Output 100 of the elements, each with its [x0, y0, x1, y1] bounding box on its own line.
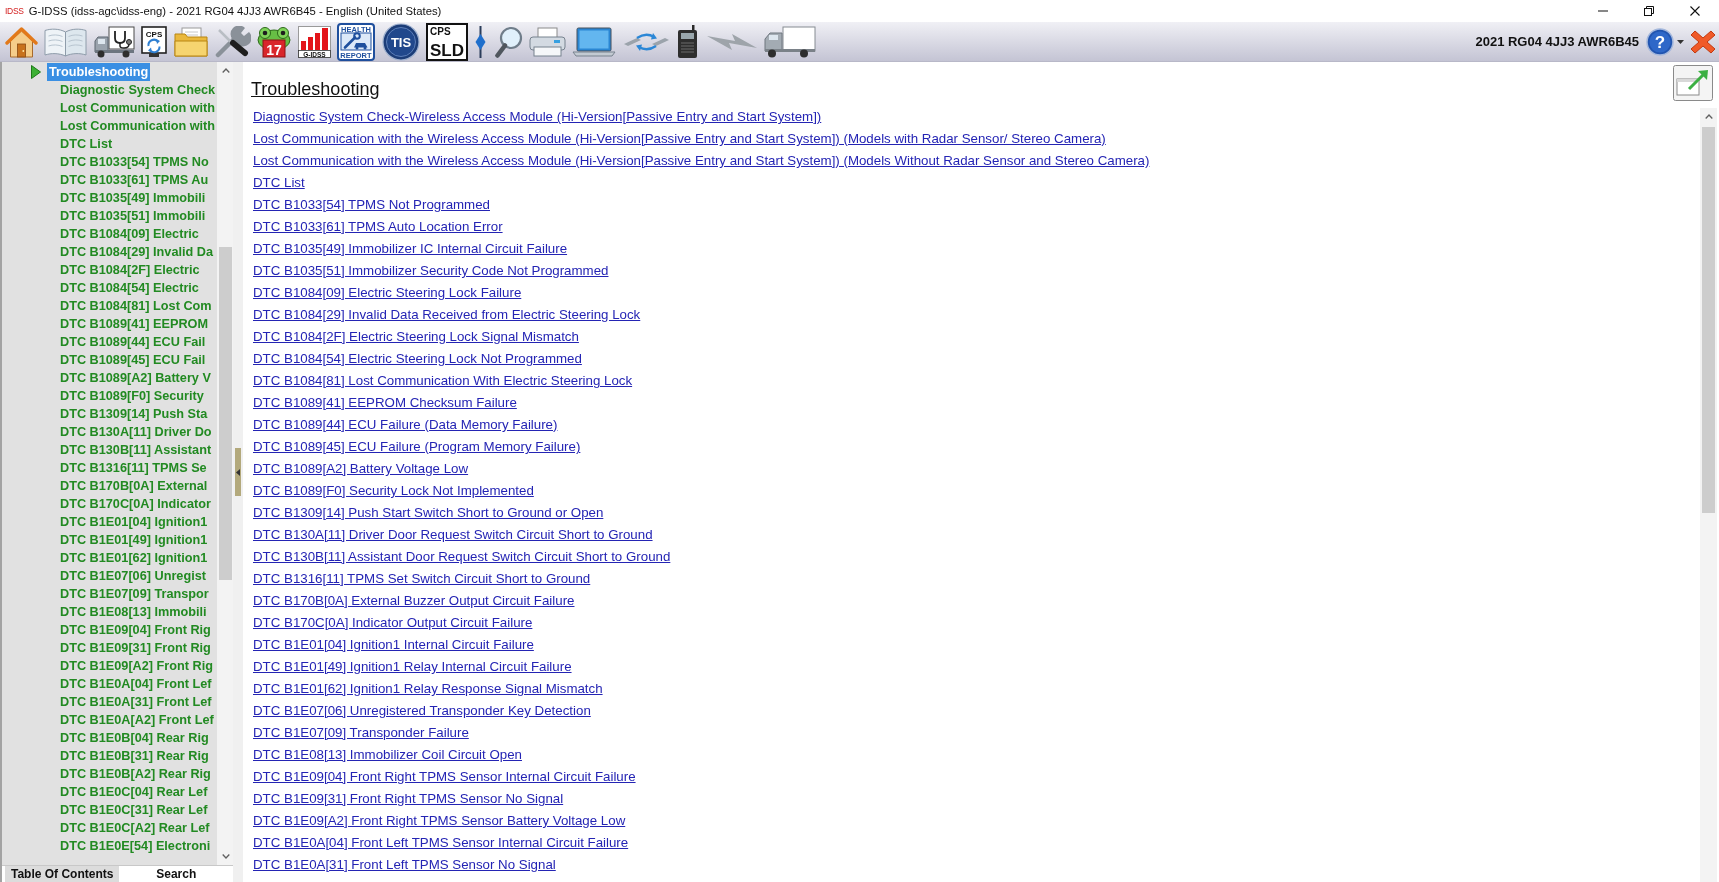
link[interactable]: DTC B1089[F0] Security Lock Not Implemented — [253, 480, 534, 502]
tree-item[interactable]: DTC B130A[11] Driver Do — [58, 423, 214, 441]
tree-item[interactable]: Troubleshooting — [47, 63, 151, 81]
folder-icon[interactable] — [173, 26, 208, 57]
link[interactable]: DTC B1E07[09] Transponder Failure — [253, 722, 469, 744]
caret-icon[interactable] — [1677, 39, 1684, 44]
tree-item[interactable]: DTC B1084[81] Lost Com — [58, 297, 214, 315]
tree-item[interactable]: DTC B1E09[A2] Front Rig — [58, 657, 215, 675]
link[interactable]: DTC B170B[0A] External Buzzer Output Circuit Failure — [253, 590, 575, 612]
tree-item[interactable]: Lost Communication with — [58, 117, 218, 135]
link[interactable]: Lost Communication with the Wireless Access Module (Hi-Version[Passive Entry and Start System]) (Models with Radar Sensor/ Stereo Camera) — [253, 128, 1106, 150]
link[interactable]: DTC B1035[51] Immobilizer Security Code Not Programmed — [253, 260, 609, 282]
truck-stethoscope-icon[interactable] — [93, 25, 135, 58]
tree-item[interactable]: DTC B1E0C[04] Rear Lef — [58, 783, 210, 801]
text-tile-icon[interactable]: CPS SLD — [425, 22, 468, 61]
tree-item[interactable]: DTC B1E01[62] Ignition1 — [58, 549, 210, 567]
tree-item[interactable]: DTC B1084[54] Electric — [58, 279, 201, 297]
link[interactable]: DTC B1033[54] TPMS Not Programmed — [253, 194, 490, 216]
round-badge-icon[interactable]: TIS — [381, 22, 420, 61]
link[interactable]: DTC B1084[2F] Electric Steering Lock Signal Mismatch — [253, 326, 579, 348]
tree-item[interactable]: DTC B1E0A[31] Front Lef — [58, 693, 214, 711]
tree-item[interactable]: DTC B1084[2F] Electric — [58, 261, 202, 279]
tree-item[interactable]: DTC B1316[11] TPMS Se — [58, 459, 209, 477]
tree-item[interactable]: DTC B1033[61] TPMS Au — [58, 171, 211, 189]
tree-item[interactable]: DTC B1E01[49] Ignition1 — [58, 531, 210, 549]
tree-item[interactable]: Lost Communication with — [58, 99, 218, 117]
tree-item[interactable]: DTC B1E07[09] Transpor — [58, 585, 211, 603]
link[interactable]: DTC B1309[14] Push Start Switch Short to Ground or Open — [253, 502, 604, 524]
tree-item[interactable]: DTC B130B[11] Assistant — [58, 441, 214, 459]
tree-item[interactable]: Diagnostic System Check — [58, 81, 218, 99]
tree-item[interactable]: DTC B1035[51] Immobili — [58, 207, 208, 225]
tree-item[interactable]: DTC B170C[0A] Indicator — [58, 495, 213, 513]
link[interactable]: DTC B1E01[49] Ignition1 Relay Internal Circuit Failure — [253, 656, 572, 678]
tree-item[interactable]: DTC B1E0B[31] Rear Rig — [58, 747, 211, 765]
scrollbar-thumb[interactable] — [219, 247, 233, 580]
tree-item[interactable]: DTC B1E0E[54] Electroni — [58, 837, 213, 855]
tree-item[interactable]: DTC B1089[41] EEPROM — [58, 315, 211, 333]
tree-item[interactable]: DTC B1033[54] TPMS No — [58, 153, 211, 171]
link[interactable]: DTC B130B[11] Assistant Door Request Switch Circuit Short to Ground — [253, 546, 671, 568]
tree-item[interactable]: DTC B1035[49] Immobili — [58, 189, 208, 207]
link[interactable]: DTC B1089[41] EEPROM Checksum Failure — [253, 392, 517, 414]
search-icon[interactable] — [493, 25, 523, 58]
link[interactable]: DTC B1316[11] TPMS Set Switch Circuit Short to Ground — [253, 568, 591, 590]
collapse-handle[interactable] — [235, 448, 241, 496]
tree-item[interactable]: DTC B1084[29] Invalid Da — [58, 243, 215, 261]
link[interactable]: DTC B1E08[13] Immobilizer Coil Circuit Open — [253, 744, 522, 766]
link[interactable]: DTC B1E01[62] Ignition1 Relay Response Signal Mismatch — [253, 678, 603, 700]
tree-item[interactable]: DTC List — [58, 135, 115, 153]
house-icon[interactable] — [5, 25, 38, 58]
link[interactable]: DTC B1084[54] Electric Steering Lock Not Programmed — [253, 348, 582, 370]
link[interactable]: DTC B1E01[04] Ignition1 Internal Circuit Failure — [253, 634, 534, 656]
link[interactable]: DTC B1084[09] Electric Steering Lock Failure — [253, 282, 522, 304]
printer-icon[interactable] — [529, 26, 567, 57]
tree-item[interactable]: DTC B1084[09] Electric — [58, 225, 201, 243]
handheld-device-icon[interactable] — [676, 24, 700, 59]
tree-item[interactable]: DTC B1E0C[31] Rear Lef — [58, 801, 210, 819]
link[interactable]: DTC B170C[0A] Indicator Output Circuit Failure — [253, 612, 533, 634]
link[interactable]: DTC B1E09[04] Front Right TPMS Sensor Internal Circuit Failure — [253, 766, 636, 788]
link[interactable]: DTC B1E09[A2] Front Right TPMS Sensor Battery Voltage Low — [253, 810, 626, 832]
link[interactable]: Lost Communication with the Wireless Access Module (Hi-Version[Passive Entry and Start System]) (Models Without Radar Sensor and Stereo Camera) — [253, 150, 1150, 172]
link[interactable]: DTC B1E0A[04] Front Left TPMS Sensor Internal Circuit Failure — [253, 832, 629, 854]
link[interactable]: DTC B1084[81] Lost Communication With Electric Steering Lock — [253, 370, 633, 392]
link[interactable]: DTC B1033[61] TPMS Auto Location Error — [253, 216, 503, 238]
tree-item[interactable]: DTC B1089[44] ECU Fail — [58, 333, 208, 351]
tree-item[interactable]: DTC B1089[F0] Security — [58, 387, 206, 405]
popout-window-icon[interactable] — [1673, 65, 1713, 101]
link[interactable]: DTC B1089[45] ECU Failure (Program Memory Failure) — [253, 436, 581, 458]
tree-item[interactable]: DTC B1E0A[A2] Front Lef — [58, 711, 216, 729]
scroll-up-icon[interactable] — [221, 68, 230, 73]
tools-icon[interactable] — [213, 25, 251, 58]
link[interactable]: DTC B1084[29] Invalid Data Received from Electric Steering Lock — [253, 304, 641, 326]
diamond-bar-icon[interactable] — [474, 25, 488, 58]
scroll-up-icon[interactable] — [1704, 114, 1713, 119]
tree-item[interactable]: DTC B1E01[04] Ignition1 — [58, 513, 210, 531]
tree-item[interactable]: DTC B1E09[31] Front Rig — [58, 639, 213, 657]
close-icon[interactable] — [1690, 28, 1716, 55]
book-icon[interactable] — [44, 26, 88, 57]
tree-item[interactable]: DTC B1E0A[04] Front Lef — [58, 675, 214, 693]
scroll-down-icon[interactable] — [221, 854, 230, 859]
tree-item[interactable]: DTC B1309[14] Push Sta — [58, 405, 210, 423]
tree-item[interactable]: DTC B1E07[06] Unregist — [58, 567, 208, 585]
tree-item[interactable]: DTC B1E09[04] Front Rig — [58, 621, 213, 639]
link[interactable]: DTC B130A[11] Driver Door Request Switch Circuit Short to Ground — [253, 524, 653, 546]
link[interactable]: DTC B1089[44] ECU Failure (Data Memory Failure) — [253, 414, 558, 436]
help-icon[interactable]: ? — [1646, 27, 1674, 56]
tree-item[interactable]: DTC B1E08[13] Immobili — [58, 603, 209, 621]
tree-item[interactable]: DTC B1E0B[A2] Rear Rig — [58, 765, 213, 783]
scrollbar[interactable] — [1700, 108, 1717, 882]
link[interactable]: DTC B1E09[31] Front Right TPMS Sensor No Signal — [253, 788, 564, 810]
truck-icon[interactable] — [764, 25, 817, 58]
tree-item[interactable]: DTC B1E0B[04] Rear Rig — [58, 729, 211, 747]
link[interactable]: Diagnostic System Check-Wireless Access Module (Hi-Version[Passive Entry and Start System]) — [253, 106, 822, 128]
tree-item[interactable]: DTC B1089[45] ECU Fail — [58, 351, 208, 369]
link[interactable]: DTC B1E07[06] Unregistered Transponder Key Detection — [253, 700, 591, 722]
tree-item[interactable]: DTC B1E0C[A2] Rear Lef — [58, 819, 212, 837]
link[interactable]: DTC B1035[49] Immobilizer IC Internal Circuit Failure — [253, 238, 568, 260]
expander-triangle-icon[interactable] — [31, 65, 41, 79]
tree-item[interactable]: DTC B170B[0A] External — [58, 477, 210, 495]
tree-item[interactable]: DTC B1089[A2] Battery V — [58, 369, 213, 387]
link[interactable]: DTC List — [253, 172, 305, 194]
